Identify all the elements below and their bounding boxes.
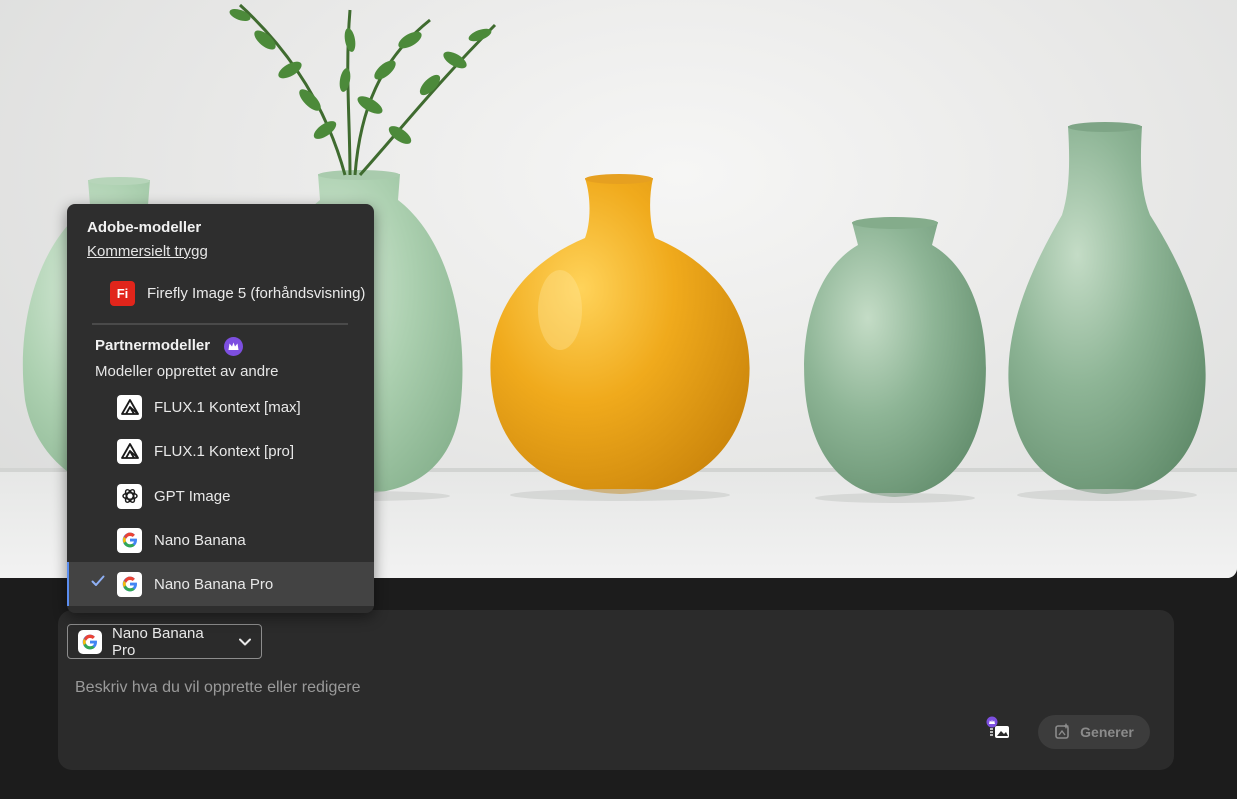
generate-label: Generer	[1080, 724, 1134, 740]
menu-item-label: FLUX.1 Kontext [max]	[154, 398, 301, 416]
firefly-icon: Fi	[110, 280, 135, 306]
checkmark-icon	[91, 574, 105, 591]
menu-item-flux-kontext-pro[interactable]: FLUX.1 Kontext [pro]	[67, 429, 374, 473]
chevron-down-icon	[239, 638, 251, 646]
style-reference-icon	[984, 716, 1014, 746]
menu-item-label: GPT Image	[154, 487, 231, 505]
menu-item-label: Nano Banana	[154, 531, 246, 549]
prompt-panel: Nano Banana Pro Generer	[58, 610, 1174, 770]
flux-icon	[117, 438, 142, 464]
partner-models-subtitle: Modeller opprettet av andre	[95, 363, 279, 380]
menu-item-nano-banana-pro[interactable]: Nano Banana Pro	[67, 562, 374, 606]
menu-divider	[92, 323, 348, 325]
commercially-safe-link[interactable]: Kommersielt trygg	[87, 243, 208, 260]
menu-item-firefly-image-5[interactable]: Fi Firefly Image 5 (forhåndsvisning)	[67, 271, 374, 315]
google-icon	[117, 571, 142, 597]
menu-item-label: Firefly Image 5 (forhåndsvisning)	[147, 284, 366, 302]
generate-button[interactable]: Generer	[1038, 715, 1150, 749]
adobe-models-heading: Adobe-modeller	[87, 219, 202, 236]
menu-item-gpt-image[interactable]: GPT Image	[67, 474, 374, 518]
menu-item-label: Nano Banana Pro	[154, 575, 274, 593]
generate-icon	[1054, 722, 1072, 743]
prompt-input[interactable]	[73, 674, 977, 702]
menu-item-flux-kontext-max[interactable]: FLUX.1 Kontext [max]	[67, 385, 374, 429]
partner-models-heading: Partnermodeller	[95, 337, 211, 354]
google-icon	[78, 629, 102, 654]
model-menu: Adobe-modeller Kommersielt trygg Fi Fire…	[67, 204, 374, 613]
menu-item-label: FLUX.1 Kontext [pro]	[154, 442, 295, 460]
flux-icon	[117, 394, 142, 420]
google-icon	[117, 527, 142, 553]
selected-model-label: Nano Banana Pro	[112, 624, 204, 659]
style-reference-button[interactable]	[984, 716, 1014, 742]
model-picker-dropdown[interactable]: Nano Banana Pro	[67, 624, 262, 659]
menu-item-nano-banana[interactable]: Nano Banana	[67, 518, 374, 562]
premium-crown-icon	[224, 337, 243, 356]
openai-icon	[117, 483, 142, 509]
